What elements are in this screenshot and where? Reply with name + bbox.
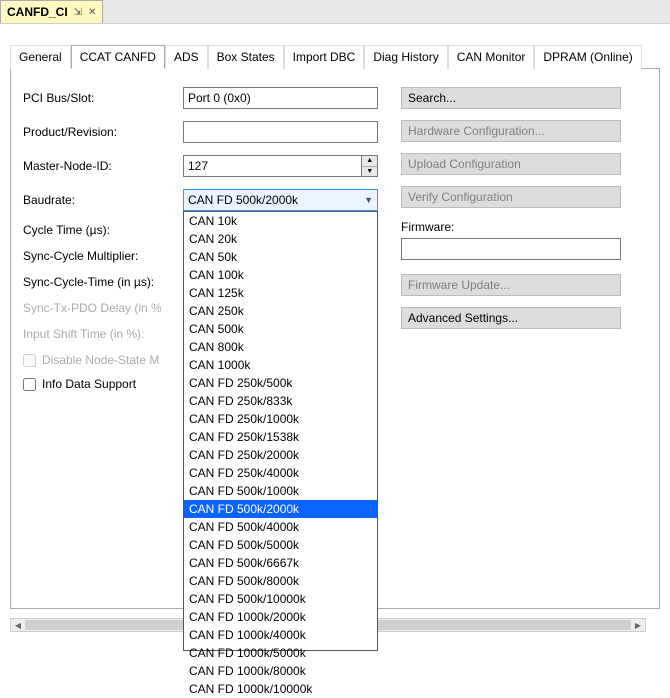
product-revision-input[interactable] xyxy=(183,121,378,143)
tab-dpram-online-[interactable]: DPRAM (Online) xyxy=(534,45,641,69)
window-tab[interactable]: CANFD_CI ⇲ ✕ xyxy=(0,0,103,23)
baudrate-option[interactable]: CAN FD 500k/4000k xyxy=(184,518,377,536)
baudrate-option[interactable]: CAN FD 1000k/4000k xyxy=(184,626,377,644)
spin-up-icon[interactable]: ▲ xyxy=(362,156,377,167)
info-data-support-checkbox[interactable] xyxy=(23,378,36,391)
window-tab-bar: CANFD_CI ⇲ ✕ xyxy=(0,0,670,24)
baudrate-option[interactable]: CAN 10k xyxy=(184,212,377,230)
close-icon[interactable]: ✕ xyxy=(88,7,96,18)
baudrate-combo[interactable]: CAN FD 500k/2000k ▼ CAN 10kCAN 20kCAN 50… xyxy=(183,189,378,211)
baudrate-option[interactable]: CAN FD 1000k/10000k xyxy=(184,680,377,698)
advanced-settings-button[interactable]: Advanced Settings... xyxy=(401,307,621,329)
baudrate-option[interactable]: CAN FD 500k/10000k xyxy=(184,590,377,608)
master-node-id-label: Master-Node-ID: xyxy=(23,159,183,173)
baudrate-option[interactable]: CAN 1000k xyxy=(184,356,377,374)
baudrate-option[interactable]: CAN FD 250k/2000k xyxy=(184,446,377,464)
baudrate-option[interactable]: CAN 250k xyxy=(184,302,377,320)
search-button[interactable]: Search... xyxy=(401,87,621,109)
tab-ccat-canfd[interactable]: CCAT CANFD xyxy=(71,45,165,69)
master-node-id-spinbox[interactable]: ▲ ▼ xyxy=(183,155,378,177)
right-column: Search... Hardware Configuration... Uplo… xyxy=(401,87,621,340)
baudrate-option[interactable]: CAN FD 500k/1000k xyxy=(184,482,377,500)
baudrate-option[interactable]: CAN 50k xyxy=(184,248,377,266)
baudrate-option[interactable]: CAN FD 1000k/2000k xyxy=(184,608,377,626)
pci-bus-slot-input[interactable] xyxy=(183,87,378,109)
baudrate-option[interactable]: CAN FD 500k/5000k xyxy=(184,536,377,554)
baudrate-option[interactable]: CAN FD 1000k/8000k xyxy=(184,662,377,680)
baudrate-option[interactable]: CAN FD 250k/4000k xyxy=(184,464,377,482)
tab-import-dbc[interactable]: Import DBC xyxy=(284,45,365,69)
info-data-support-label: Info Data Support xyxy=(42,377,136,391)
window-tab-title: CANFD_CI xyxy=(7,5,68,19)
baudrate-option[interactable]: CAN FD 1000k/5000k xyxy=(184,644,377,662)
sync-tx-pdo-delay-label: Sync-Tx-PDO Delay (in % xyxy=(23,301,183,315)
pci-bus-slot-label: PCI Bus/Slot: xyxy=(23,91,183,105)
baudrate-option[interactable]: CAN 500k xyxy=(184,320,377,338)
scroll-left-icon[interactable]: ◀ xyxy=(11,619,25,631)
baudrate-option[interactable]: CAN FD 500k/2000k xyxy=(184,500,377,518)
baudrate-option[interactable]: CAN 800k xyxy=(184,338,377,356)
tab-body: PCI Bus/Slot: Product/Revision: Master-N… xyxy=(10,69,660,609)
cycle-time-label: Cycle Time (µs): xyxy=(23,223,183,237)
chevron-down-icon: ▼ xyxy=(364,195,373,205)
disable-node-state-label: Disable Node-State M xyxy=(42,353,159,367)
tab-box-states[interactable]: Box States xyxy=(208,45,284,69)
sync-cycle-time-label: Sync-Cycle-Time (in µs): xyxy=(23,275,183,289)
sync-cycle-multiplier-label: Sync-Cycle Multiplier: xyxy=(23,249,183,263)
input-shift-time-label: Input Shift Time (in %): xyxy=(23,327,183,341)
baudrate-combo-display[interactable]: CAN FD 500k/2000k ▼ xyxy=(183,189,378,211)
firmware-input[interactable] xyxy=(401,238,621,260)
baudrate-option[interactable]: CAN FD 500k/8000k xyxy=(184,572,377,590)
master-node-id-input[interactable] xyxy=(183,155,361,177)
baudrate-option[interactable]: CAN FD 250k/1538k xyxy=(184,428,377,446)
baudrate-option[interactable]: CAN FD 500k/6667k xyxy=(184,554,377,572)
pin-icon[interactable]: ⇲ xyxy=(74,7,82,18)
baudrate-label: Baudrate: xyxy=(23,193,183,207)
upload-config-button[interactable]: Upload Configuration xyxy=(401,153,621,175)
baudrate-option[interactable]: CAN 20k xyxy=(184,230,377,248)
product-revision-label: Product/Revision: xyxy=(23,125,183,139)
verify-config-button[interactable]: Verify Configuration xyxy=(401,186,621,208)
spin-down-icon[interactable]: ▼ xyxy=(362,167,377,177)
baudrate-option[interactable]: CAN 100k xyxy=(184,266,377,284)
baudrate-option[interactable]: CAN FD 250k/1000k xyxy=(184,410,377,428)
tab-strip: GeneralCCAT CANFDADSBox StatesImport DBC… xyxy=(10,44,660,69)
baudrate-dropdown-list[interactable]: CAN 10kCAN 20kCAN 50kCAN 100kCAN 125kCAN… xyxy=(183,211,378,651)
firmware-label: Firmware: xyxy=(401,220,621,234)
baudrate-option[interactable]: CAN FD 250k/833k xyxy=(184,392,377,410)
firmware-update-button[interactable]: Firmware Update... xyxy=(401,274,621,296)
tab-diag-history[interactable]: Diag History xyxy=(364,45,447,69)
disable-node-state-checkbox xyxy=(23,354,36,367)
baudrate-option[interactable]: CAN FD 250k/500k xyxy=(184,374,377,392)
tab-ads[interactable]: ADS xyxy=(165,45,208,69)
baudrate-combo-value: CAN FD 500k/2000k xyxy=(188,193,298,207)
scroll-right-icon[interactable]: ▶ xyxy=(631,619,645,631)
baudrate-option[interactable]: CAN 125k xyxy=(184,284,377,302)
tab-general[interactable]: General xyxy=(10,45,71,69)
hardware-config-button[interactable]: Hardware Configuration... xyxy=(401,120,621,142)
content-area: GeneralCCAT CANFDADSBox StatesImport DBC… xyxy=(0,24,670,609)
tab-can-monitor[interactable]: CAN Monitor xyxy=(448,45,535,69)
